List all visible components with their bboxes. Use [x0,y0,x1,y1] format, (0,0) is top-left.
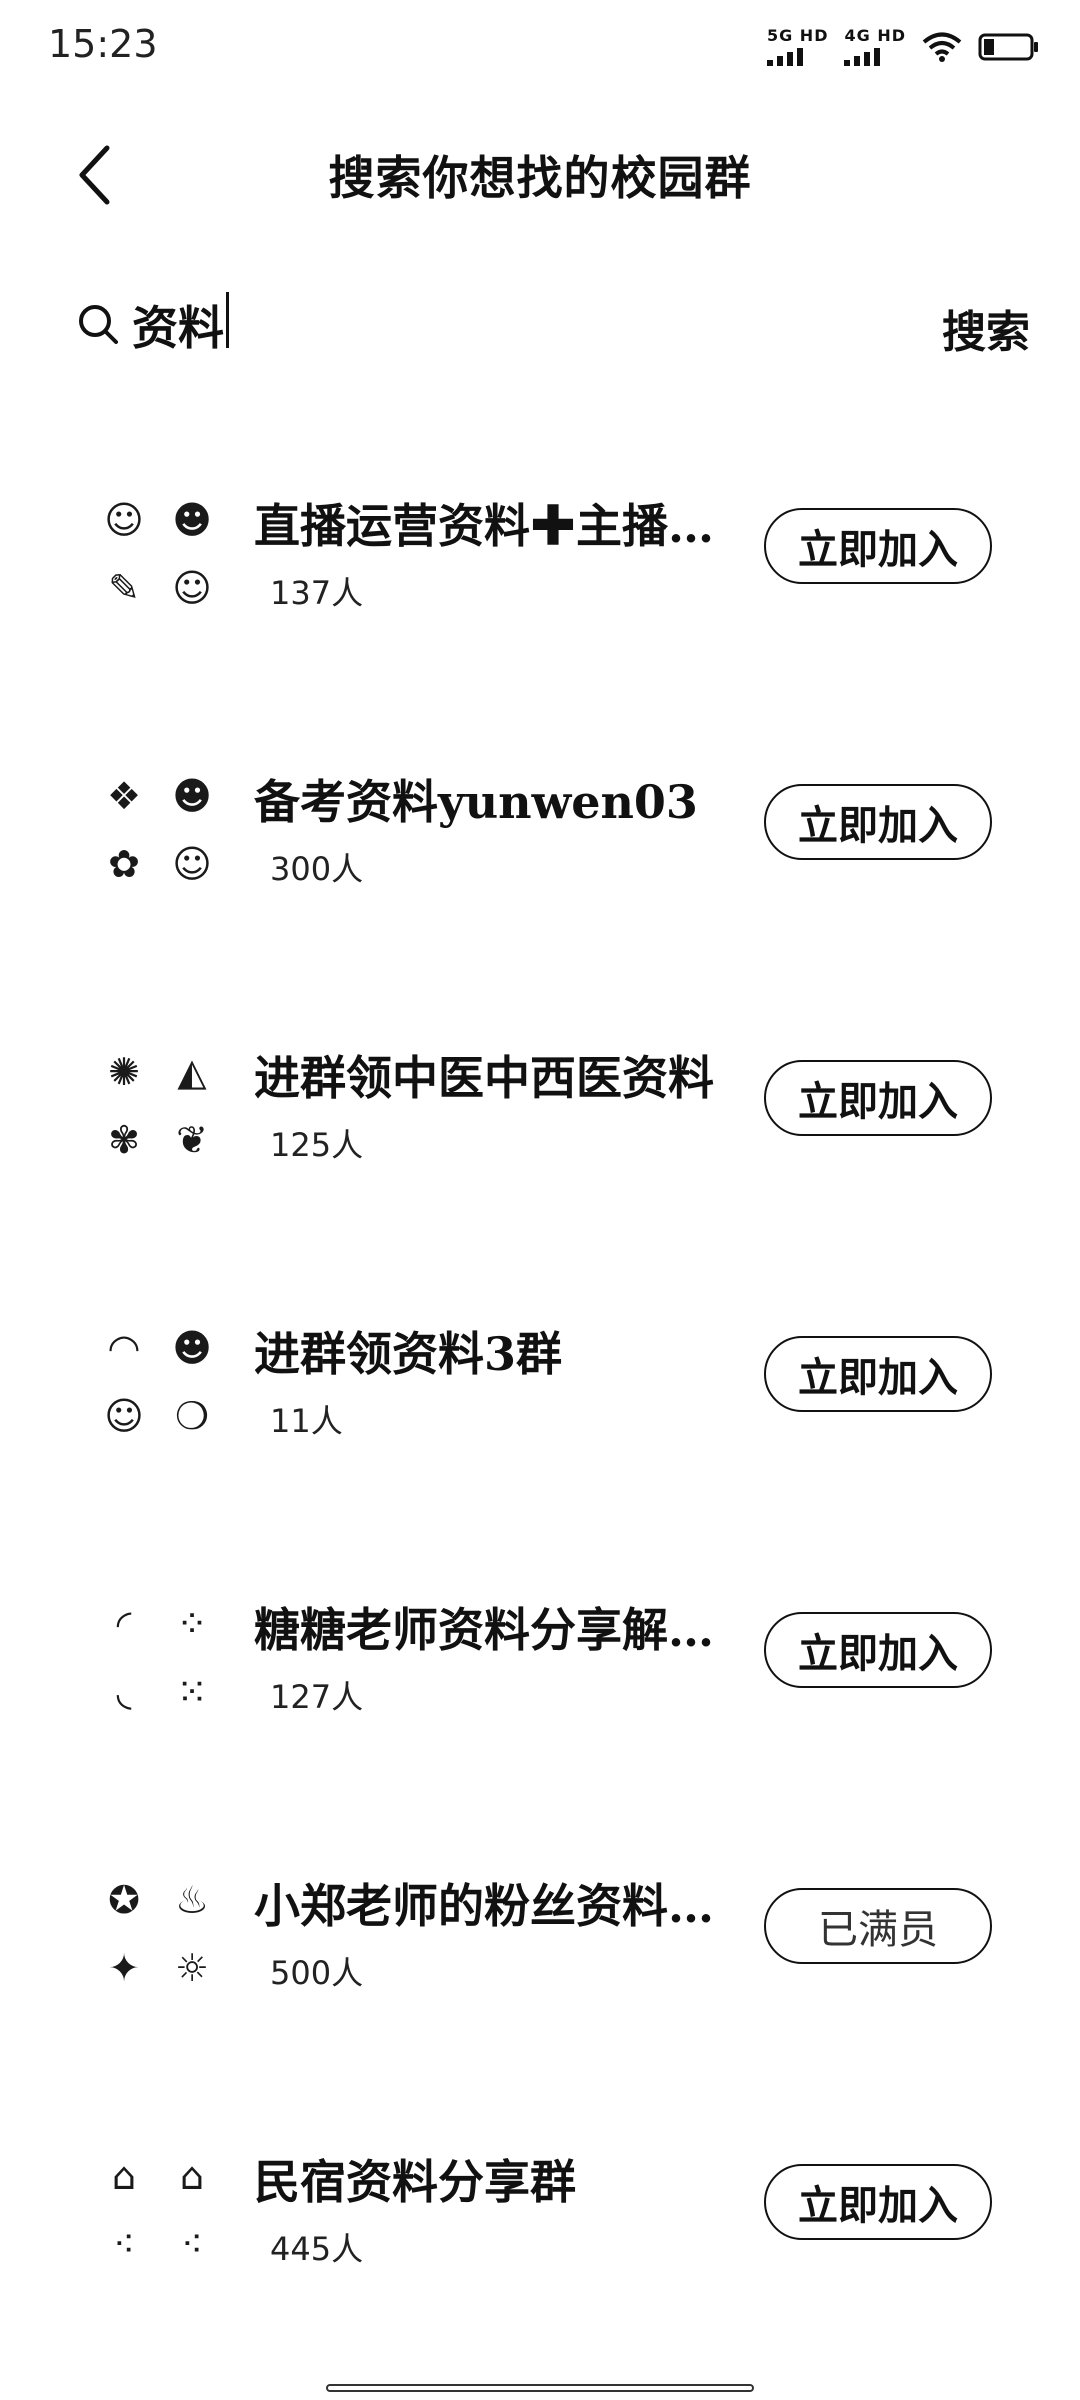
flame-icon: ♨ [174,1878,210,1922]
member-count: 445人 [270,2230,364,2268]
group-avatar: ☺ ☻ ✎ ☺ [92,488,224,620]
dots-icon: ⁙ [176,1670,208,1714]
group-name: 进群领资料3群 [254,1327,563,1381]
member-count: 11人 [270,1402,343,1440]
group-item[interactable]: ⌂ ⌂ ⁖ ⁖ 民宿资料分享群 445人 立即加入 [0,2096,1080,2372]
group-item[interactable]: ❖ ☻ ✿ ☺ 备考资料yunwen03 300人 立即加入 [0,716,1080,992]
group-avatar: ✺ ◭ ✾ ❦ [92,1040,224,1172]
group-avatar: ◜ ⁘ ◟ ⁙ [92,1592,224,1724]
join-button[interactable]: 立即加入 [764,1612,992,1688]
search-bar: 搜索 [0,280,1080,370]
pattern-icon: ✿ [108,842,140,886]
house-icon: ⌂ [111,2154,137,2198]
full-status-button[interactable]: 已满员 [764,1888,992,1964]
house-icon: ⌂ [179,2154,205,2198]
character-icon: ✪ [108,1878,140,1922]
person-icon: ☺ [172,842,212,886]
leaf-icon: ❦ [176,1118,208,1162]
shape-icon: ◟ [116,1670,132,1714]
person-icon: ☺ [104,1394,144,1438]
group-item[interactable]: ✺ ◭ ✾ ❦ 进群领中医中西医资料 125人 立即加入 [0,992,1080,1268]
status-time: 15:23 [48,22,158,66]
join-button[interactable]: 立即加入 [764,508,992,584]
member-count: 300人 [270,850,364,888]
pattern-icon: ❖ [106,774,142,818]
join-button[interactable]: 立即加入 [764,784,992,860]
sim2-label: 4G HD [844,26,906,45]
group-avatar: ❖ ☻ ✿ ☺ [92,764,224,896]
status-bar: 15:23 5G HD 4G HD [0,0,1080,96]
group-avatar: ⌂ ⌂ ⁖ ⁖ [92,2144,224,2276]
group-name: 进群领中医中西医资料 [254,1051,714,1105]
search-button[interactable]: 搜索 [942,296,1030,360]
dots-icon: ⁖ [180,2222,204,2266]
person-icon: ✎ [108,566,140,610]
join-button[interactable]: 立即加入 [764,2164,992,2240]
group-avatar: ◠ ☻ ☺ ❍ [92,1316,224,1448]
group-item[interactable]: ◜ ⁘ ◟ ⁙ 糖糖老师资料分享解… 127人 立即加入 [0,1544,1080,1820]
person-icon: ☺ [172,566,212,610]
group-name: 直播运营资料✚主播… [254,499,714,553]
dots-icon: ⁖ [112,2222,136,2266]
group-item[interactable]: ☺ ☻ ✎ ☺ 直播运营资料✚主播… 137人 立即加入 [0,440,1080,716]
member-count: 125人 [270,1126,364,1164]
member-count: 500人 [270,1954,364,1992]
home-indicator[interactable] [326,2384,754,2392]
sun-icon: ☼ [174,1946,210,1990]
battery-icon [978,33,1038,61]
page-title: 搜索你想找的校园群 [328,151,752,205]
group-name: 民宿资料分享群 [254,2155,576,2209]
group-name: 备考资料yunwen03 [254,775,698,829]
member-count: 137人 [270,574,364,612]
group-name: 小郑老师的粉丝资料… [254,1879,714,1933]
shape-icon: ◠ [107,1326,141,1370]
apple-icon: ❍ [174,1394,210,1438]
group-item[interactable]: ◠ ☻ ☺ ❍ 进群领资料3群 11人 立即加入 [0,1268,1080,1544]
join-button[interactable]: 立即加入 [764,1336,992,1412]
swirl-icon: ✺ [108,1050,140,1094]
group-item[interactable]: ✪ ♨ ✦ ☼ 小郑老师的粉丝资料… 500人 已满员 [0,1820,1080,2096]
person-icon: ☺ [104,498,144,542]
group-avatar: ✪ ♨ ✦ ☼ [92,1868,224,2000]
group-list: ☺ ☻ ✎ ☺ 直播运营资料✚主播… 137人 立即加入 ❖ ☻ ✿ ☺ 备考资… [0,440,1080,2372]
member-count: 127人 [270,1678,364,1716]
person-icon: ☻ [172,1326,212,1370]
search-input[interactable] [132,294,892,356]
shape-icon: ◜ [116,1602,132,1646]
text-cursor [226,292,229,348]
search-icon [79,305,118,344]
status-icons: 5G HD 4G HD [766,26,1040,66]
header: 搜索你想找的校园群 [0,120,1080,230]
flower-icon: ✾ [108,1118,140,1162]
dots-icon: ⁘ [176,1602,208,1646]
sim1-signal-icon: 5G HD [766,26,829,66]
person-icon: ☻ [172,774,212,818]
wifi-icon [922,32,962,62]
pizza-icon: ◭ [177,1050,207,1094]
sim1-label: 5G HD [766,26,829,45]
sim2-signal-icon: 4G HD [844,28,906,66]
character-icon: ✦ [108,1946,140,1990]
join-button[interactable]: 立即加入 [764,1060,992,1136]
group-name: 糖糖老师资料分享解… [254,1603,714,1657]
person-icon: ☻ [172,498,212,542]
